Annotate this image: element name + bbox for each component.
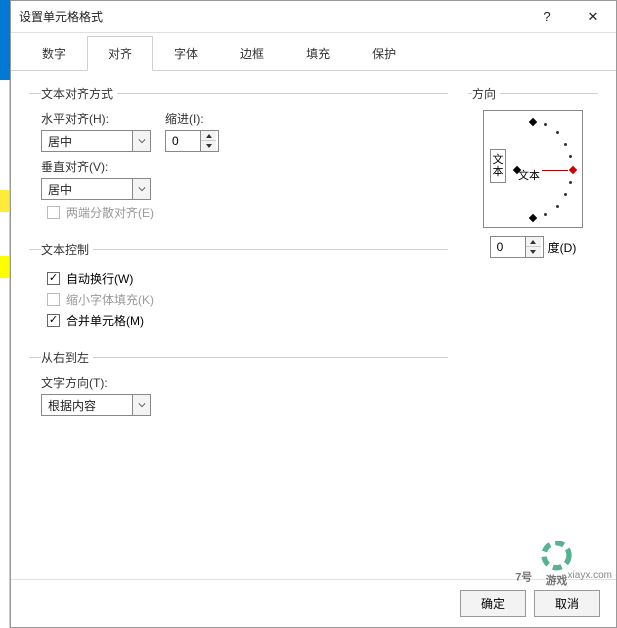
tab-font[interactable]: 字体 [153, 36, 219, 71]
indent-label: 缩进(I): [165, 110, 219, 127]
horizontal-align-label: 水平对齐(H): [41, 110, 151, 127]
diamond-icon [529, 214, 537, 222]
checkbox-icon [47, 314, 60, 327]
dot-icon [569, 181, 572, 184]
rtl-legend: 从右到左 [41, 349, 93, 366]
tab-border[interactable]: 边框 [219, 36, 285, 71]
orientation-group: 方向 文本 文本 [468, 85, 598, 266]
text-direction-value: 根据内容 [42, 397, 132, 414]
checkbox-icon [47, 272, 60, 285]
text-control-group: 文本控制 自动换行(W) 缩小字体填充(K) 合并单元格(M) [29, 241, 448, 339]
dot-icon [564, 193, 567, 196]
diamond-icon [569, 166, 577, 174]
dot-icon [556, 131, 559, 134]
checkbox-icon [47, 206, 60, 219]
tab-alignment[interactable]: 对齐 [87, 36, 153, 71]
close-button[interactable]: ✕ [570, 1, 616, 33]
dot-icon [569, 155, 572, 158]
titlebar: 设置单元格格式 ? ✕ [11, 1, 616, 33]
merge-cells-checkbox[interactable]: 合并单元格(M) [47, 312, 448, 329]
degrees-stepper[interactable] [490, 236, 544, 258]
tab-fill[interactable]: 填充 [285, 36, 351, 71]
wrap-text-checkbox[interactable]: 自动换行(W) [47, 270, 448, 287]
orientation-legend: 方向 [472, 85, 500, 102]
dialog-title: 设置单元格格式 [19, 8, 524, 25]
format-cells-dialog: 设置单元格格式 ? ✕ 数字 对齐 字体 边框 填充 保护 文本对齐方式 水平对… [10, 0, 617, 628]
orientation-control[interactable]: 文本 文本 [483, 110, 583, 228]
chevron-down-icon [132, 179, 150, 199]
spreadsheet-row-headers [0, 80, 10, 628]
spin-down-icon[interactable] [526, 247, 541, 257]
vertical-align-label: 垂直对齐(V): [41, 158, 448, 175]
dot-icon [564, 143, 567, 146]
rtl-group: 从右到左 文字方向(T): 根据内容 [29, 349, 448, 422]
tab-bar: 数字 对齐 字体 边框 填充 保护 [11, 35, 616, 71]
text-control-legend: 文本控制 [41, 241, 93, 258]
checkbox-icon [47, 293, 60, 306]
spin-up-icon[interactable] [526, 237, 541, 247]
spin-up-icon[interactable] [201, 131, 216, 141]
vertical-align-value: 居中 [42, 181, 132, 198]
dialog-footer: 确定 取消 [11, 579, 616, 627]
horizontal-align-value: 居中 [42, 133, 132, 150]
dot-icon [544, 123, 547, 126]
horizontal-align-select[interactable]: 居中 [41, 130, 151, 152]
dot-icon [556, 205, 559, 208]
help-button[interactable]: ? [524, 1, 570, 33]
tab-number[interactable]: 数字 [21, 36, 87, 71]
text-alignment-legend: 文本对齐方式 [41, 85, 117, 102]
orientation-indicator-line [542, 170, 568, 171]
shrink-to-fit-checkbox: 缩小字体填充(K) [47, 291, 448, 308]
indent-input[interactable] [166, 131, 200, 151]
chevron-down-icon [132, 131, 150, 151]
text-direction-label: 文字方向(T): [41, 374, 448, 391]
dialog-body: 文本对齐方式 水平对齐(H): 居中 缩进(I): [11, 71, 616, 579]
cancel-button[interactable]: 取消 [534, 590, 600, 617]
tab-protection[interactable]: 保护 [351, 36, 417, 71]
ok-button[interactable]: 确定 [460, 590, 526, 617]
chevron-down-icon [132, 395, 150, 415]
spin-down-icon[interactable] [201, 141, 216, 151]
diamond-icon [529, 118, 537, 126]
vertical-align-select[interactable]: 居中 [41, 178, 151, 200]
text-alignment-group: 文本对齐方式 水平对齐(H): 居中 缩进(I): [29, 85, 448, 231]
indent-stepper[interactable] [165, 130, 219, 152]
text-direction-select[interactable]: 根据内容 [41, 394, 151, 416]
degrees-input[interactable] [491, 237, 525, 257]
degrees-label: 度(D) [548, 239, 577, 256]
orientation-vertical-label: 文本 [490, 149, 506, 183]
dot-icon [544, 213, 547, 216]
justify-distributed-checkbox: 两端分散对齐(E) [47, 204, 448, 221]
